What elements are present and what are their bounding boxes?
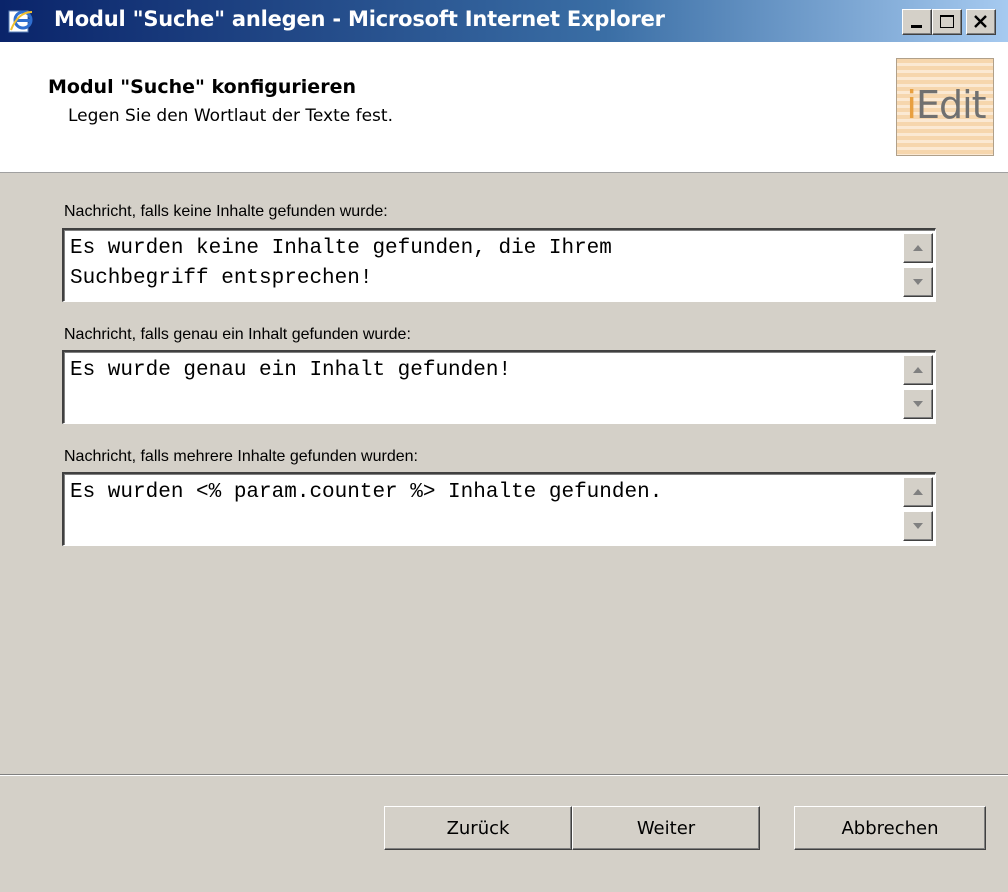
maximize-button[interactable] xyxy=(932,9,962,35)
header-subtitle: Legen Sie den Wortlaut der Texte fest. xyxy=(68,106,393,126)
arrow-up-icon xyxy=(913,245,923,251)
wizard-header: Modul "Suche" konfigurieren Legen Sie de… xyxy=(0,42,1008,173)
arrow-up-icon xyxy=(913,367,923,373)
label-multiple-results: Nachricht, falls mehrere Inhalte gefunde… xyxy=(64,448,418,465)
arrow-down-icon xyxy=(913,401,923,407)
iedit-logo: iEdit xyxy=(896,58,994,156)
window-title: Modul "Suche" anlegen - Microsoft Intern… xyxy=(54,7,665,31)
label-one-result: Nachricht, falls genau ein Inhalt gefund… xyxy=(64,326,411,343)
minimize-button[interactable] xyxy=(902,9,932,35)
scroll-down-button[interactable] xyxy=(903,389,933,419)
arrow-down-icon xyxy=(913,523,923,529)
textarea-multiple-results-value: Es wurden <% param.counter %> Inhalte ge… xyxy=(70,481,663,504)
minimize-icon xyxy=(911,25,922,28)
close-button[interactable] xyxy=(966,9,996,35)
arrow-down-icon xyxy=(913,279,923,285)
textarea-multiple-results[interactable]: Es wurden <% param.counter %> Inhalte ge… xyxy=(62,472,936,546)
arrow-up-icon xyxy=(913,489,923,495)
close-icon xyxy=(974,15,987,28)
ie-icon xyxy=(8,8,34,34)
header-title: Modul "Suche" konfigurieren xyxy=(48,76,356,98)
textarea-no-results-value: Es wurden keine Inhalte gefunden, die Ih… xyxy=(70,237,612,290)
next-button[interactable]: Weiter xyxy=(572,806,760,850)
back-button[interactable]: Zurück xyxy=(384,806,572,850)
scroll-down-button[interactable] xyxy=(903,267,933,297)
scroll-up-button[interactable] xyxy=(903,477,933,507)
logo-text: iEdit xyxy=(897,83,993,127)
cancel-button[interactable]: Abbrechen xyxy=(794,806,986,850)
textarea-one-result-value: Es wurde genau ein Inhalt gefunden! xyxy=(70,359,512,382)
logo-text-prefix: i xyxy=(906,83,917,127)
maximize-icon xyxy=(940,15,954,28)
scroll-up-button[interactable] xyxy=(903,355,933,385)
scroll-down-button[interactable] xyxy=(903,511,933,541)
footer-separator xyxy=(0,774,1008,776)
label-no-results: Nachricht, falls keine Inhalte gefunden … xyxy=(64,203,388,220)
logo-text-rest: Edit xyxy=(915,83,987,127)
title-bar[interactable]: Modul "Suche" anlegen - Microsoft Intern… xyxy=(0,0,1008,42)
scroll-up-button[interactable] xyxy=(903,233,933,263)
textarea-one-result[interactable]: Es wurde genau ein Inhalt gefunden! xyxy=(62,350,936,424)
textarea-no-results[interactable]: Es wurden keine Inhalte gefunden, die Ih… xyxy=(62,228,936,302)
